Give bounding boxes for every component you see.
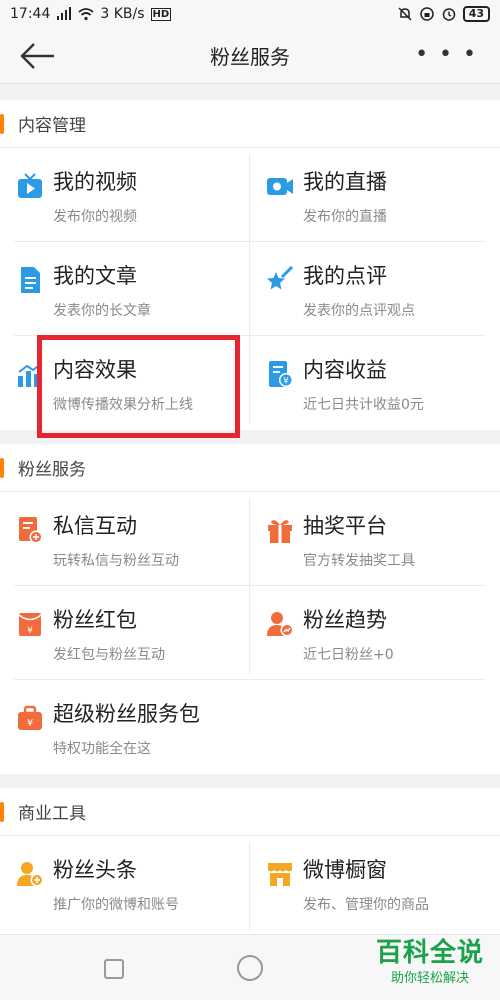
grid-item-super-fan-pack[interactable]: ¥ 超级粉丝服务包 特权功能全在这 (0, 680, 400, 774)
item-subtitle: 发布、管理你的商品 (303, 897, 429, 913)
grid-item-fan-trend[interactable]: 粉丝趋势 近七日粉丝+0 (250, 586, 500, 680)
service-pack-icon: ¥ (18, 705, 42, 730)
alarm-icon (442, 8, 455, 21)
grid-item-fan-headline[interactable]: 粉丝头条 推广你的微博和账号 (0, 836, 250, 930)
item-title: 粉丝趋势 (303, 608, 387, 632)
lock-circle-icon (419, 7, 434, 21)
highlight-box (37, 335, 240, 438)
item-subtitle: 发表你的点评观点 (303, 303, 415, 319)
grid-item-my-videos[interactable]: 我的视频 发布你的视频 (0, 148, 250, 242)
document-icon (21, 267, 40, 293)
item-title: 我的直播 (303, 170, 387, 194)
item-title: 私信互动 (53, 514, 137, 538)
item-subtitle: 近七日粉丝+0 (303, 647, 394, 663)
tv-icon (18, 173, 42, 198)
home-button[interactable] (237, 955, 263, 981)
battery-level: 43 (462, 6, 490, 22)
section-header-fan-services: 粉丝服务 (0, 444, 500, 492)
item-title: 粉丝红包 (53, 608, 137, 632)
message-icon (19, 517, 43, 544)
wifi-icon (78, 8, 94, 21)
item-subtitle: 发表你的长文章 (53, 303, 151, 319)
fan-trend-icon (267, 612, 294, 637)
section-title: 商业工具 (18, 804, 86, 824)
item-subtitle: 特权功能全在这 (53, 741, 151, 757)
item-title: 内容收益 (303, 358, 387, 382)
grid-item-my-reviews[interactable]: 我的点评 发表你的点评观点 (250, 242, 500, 336)
nav-bar: 粉丝服务 • • • (0, 28, 500, 84)
item-subtitle: 近七日共计收益0元 (303, 397, 424, 413)
more-options-icon[interactable]: • • • (415, 42, 478, 67)
business-tools-grid: 粉丝头条 推广你的微博和账号 微博橱窗 发布、管理你的商品 (0, 836, 500, 934)
grid-item-my-live[interactable]: 我的直播 发布你的直播 (250, 148, 500, 242)
fan-headline-icon (17, 862, 44, 887)
watermark-logo: 百科全说 助你轻松解决 (368, 937, 492, 997)
camera-icon (267, 178, 293, 195)
item-title: 微博橱窗 (303, 858, 387, 882)
red-packet-icon: ¥ (18, 613, 42, 636)
grid-item-content-revenue[interactable]: ¥ 内容收益 近七日共计收益0元 (250, 336, 500, 430)
svg-text:¥: ¥ (283, 377, 289, 387)
watermark-title: 百科全说 (375, 938, 484, 968)
recent-apps-button[interactable] (104, 959, 124, 979)
back-arrow-icon[interactable] (18, 40, 58, 72)
revenue-icon: ¥ (269, 361, 293, 387)
grid-item-my-articles[interactable]: 我的文章 发表你的长文章 (0, 242, 250, 336)
fan-services-grid: 私信互动 玩转私信与粉丝互动 抽奖平台 官方转发抽奖工具 ¥ 粉丝红包 发红包与… (0, 492, 500, 774)
item-title: 我的视频 (53, 170, 137, 194)
section-header-business-tools: 商业工具 (0, 788, 500, 836)
item-title: 粉丝头条 (53, 858, 137, 882)
star-pen-icon (267, 266, 294, 290)
item-title: 抽奖平台 (303, 514, 387, 538)
section-header-content-management: 内容管理 (0, 100, 500, 148)
watermark-subtitle: 助你轻松解决 (390, 971, 469, 986)
section-title: 内容管理 (18, 116, 86, 136)
network-speed: 3 KB/s (100, 6, 145, 22)
item-subtitle: 发布你的直播 (303, 209, 387, 225)
grid-item-red-packet[interactable]: ¥ 粉丝红包 发红包与粉丝互动 (0, 586, 250, 680)
status-time: 17:44 (10, 6, 51, 22)
svg-text:¥: ¥ (27, 626, 33, 636)
page-title: 粉丝服务 (210, 45, 290, 69)
shop-window-icon (268, 863, 292, 886)
item-subtitle: 玩转私信与粉丝互动 (53, 553, 179, 569)
mute-bell-icon (398, 7, 412, 21)
item-title: 我的点评 (303, 264, 387, 288)
item-subtitle: 推广你的微博和账号 (53, 897, 179, 913)
item-subtitle: 官方转发抽奖工具 (303, 553, 415, 569)
section-title: 粉丝服务 (18, 460, 86, 480)
signal-icon (57, 7, 72, 20)
gift-icon (268, 520, 292, 543)
item-subtitle: 发红包与粉丝互动 (53, 647, 165, 663)
item-title: 我的文章 (53, 264, 137, 288)
grid-item-lottery[interactable]: 抽奖平台 官方转发抽奖工具 (250, 492, 500, 586)
item-subtitle: 发布你的视频 (53, 209, 137, 225)
status-bar: 17:44 3 KB/s HD 43 (0, 0, 500, 28)
hd-badge: HD (150, 7, 172, 21)
grid-item-private-message[interactable]: 私信互动 玩转私信与粉丝互动 (0, 492, 250, 586)
grid-item-shop-window[interactable]: 微博橱窗 发布、管理你的商品 (250, 836, 500, 930)
svg-text:¥: ¥ (27, 718, 33, 729)
item-title: 超级粉丝服务包 (53, 702, 200, 726)
